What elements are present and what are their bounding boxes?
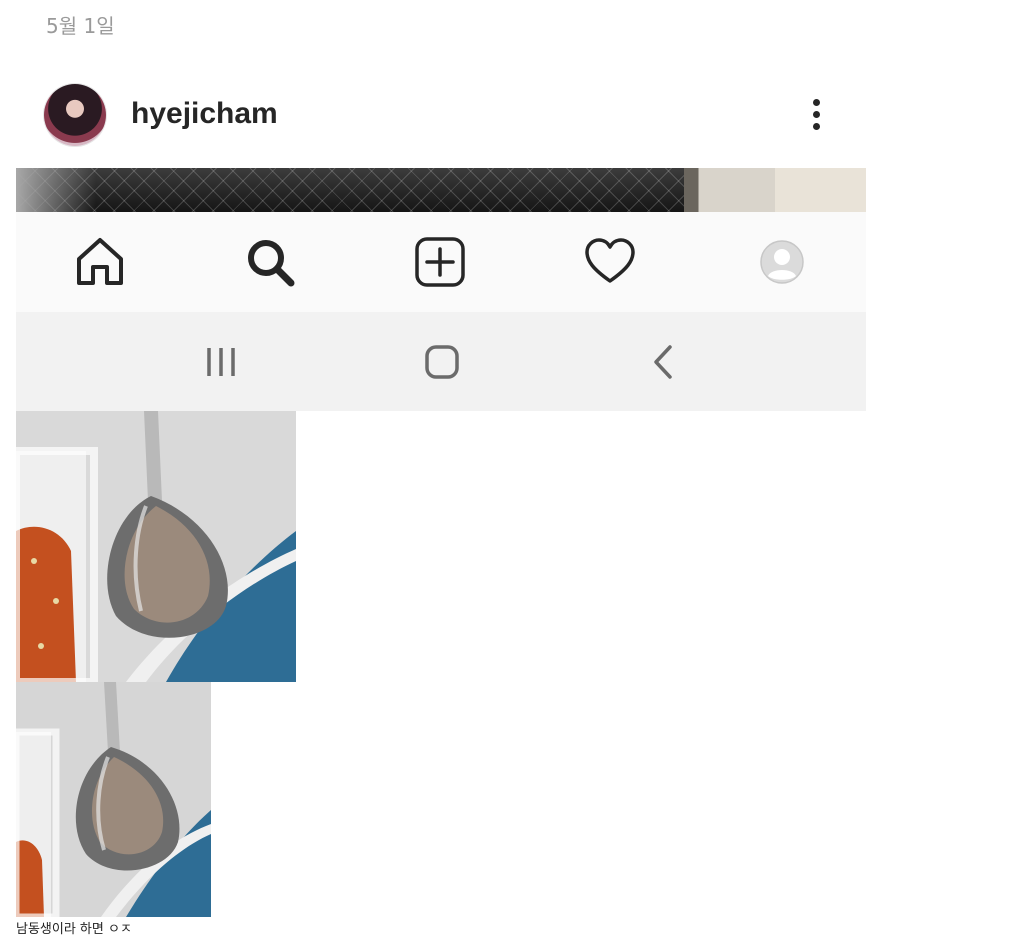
nav-activity[interactable] [582,234,638,290]
back-icon [654,345,672,379]
nav-search[interactable] [242,234,298,290]
more-vertical-icon [813,99,820,106]
post-header: hyejicham [16,70,866,160]
system-home-button[interactable] [420,340,464,384]
recents-button[interactable] [199,340,243,384]
username[interactable]: hyejicham [131,97,278,131]
back-button[interactable] [642,340,686,384]
post-date: 5월 1일 [46,14,115,38]
add-post-icon [415,237,465,287]
nav-home[interactable] [72,234,128,290]
profile-avatar-icon [760,240,804,284]
user-avatar[interactable] [44,84,106,146]
recents-icon [207,348,235,376]
post-photo [16,168,866,212]
search-icon [248,240,295,287]
system-home-icon [425,345,459,379]
post-caption: 남동생이라 하면 ㅇㅈ [16,922,132,937]
nav-add-post[interactable] [412,234,468,290]
home-icon [77,238,123,285]
spoon-reflection-photo-large [16,411,296,682]
heart-icon [585,238,635,283]
bottom-nav-bar [16,212,866,312]
spoon-reflection-photo-small [16,682,211,917]
more-options-button[interactable] [804,94,830,134]
nav-profile[interactable] [754,234,810,290]
system-nav-bar [16,312,866,411]
